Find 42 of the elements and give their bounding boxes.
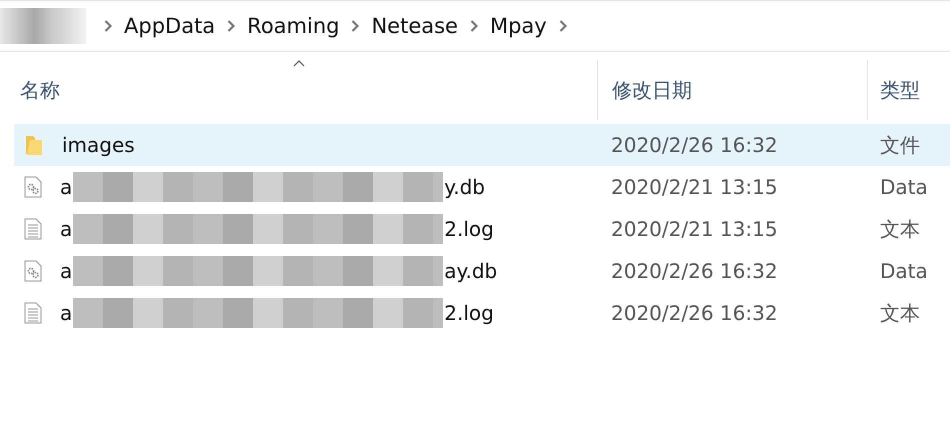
chevron-right-icon[interactable] bbox=[470, 20, 478, 32]
file-type: 文件 bbox=[880, 132, 920, 156]
file-type: 文本 bbox=[880, 300, 920, 324]
modified-date: 2020/2/21 13:15 bbox=[611, 175, 778, 199]
file-type: Data bbox=[880, 175, 928, 199]
file-name: ay.db bbox=[444, 259, 498, 283]
file-name: images bbox=[62, 133, 135, 157]
file-row[interactable]: a 2.log 2020/2/21 13:15 文本 bbox=[14, 208, 950, 250]
chevron-right-icon[interactable] bbox=[351, 20, 360, 32]
folder-icon bbox=[24, 134, 44, 156]
modified-date: 2020/2/21 13:15 bbox=[611, 217, 778, 241]
chevron-right-icon[interactable] bbox=[227, 20, 236, 32]
file-name: y.db bbox=[444, 175, 485, 199]
modified-date: 2020/2/26 16:32 bbox=[611, 133, 778, 157]
column-header[interactable]: 修改日期 bbox=[597, 60, 867, 120]
file-row[interactable]: a 2.log 2020/2/26 16:32 文本 bbox=[14, 292, 950, 334]
column-header[interactable]: 类型 bbox=[867, 60, 950, 120]
breadcrumb-item[interactable]: Roaming bbox=[247, 14, 340, 38]
file-type: 文本 bbox=[880, 216, 920, 240]
breadcrumb-item[interactable]: Netease bbox=[371, 14, 458, 38]
text-file-icon bbox=[24, 302, 42, 324]
sort-caret-icon bbox=[292, 60, 304, 67]
column-header[interactable]: 名称 bbox=[0, 60, 597, 120]
breadcrumb-item[interactable]: AppData bbox=[124, 14, 216, 38]
file-row[interactable]: a y.db 2020/2/21 13:15 Data bbox=[14, 166, 950, 208]
text-file-icon bbox=[24, 218, 42, 240]
file-name: a bbox=[60, 301, 72, 325]
file-name: a bbox=[60, 217, 72, 241]
file-name: a bbox=[60, 175, 72, 199]
modified-date: 2020/2/26 16:32 bbox=[611, 259, 778, 283]
file-name: 2.log bbox=[444, 217, 494, 241]
file-row[interactable]: images 2020/2/26 16:32 文件 bbox=[14, 124, 950, 166]
file-type: Data bbox=[880, 259, 928, 283]
settings-file-icon bbox=[24, 260, 42, 282]
chevron-right-icon[interactable] bbox=[558, 20, 567, 32]
file-name: 2.log bbox=[444, 301, 494, 325]
chevron-right-icon[interactable] bbox=[104, 20, 112, 32]
file-row[interactable]: a ay.db 2020/2/26 16:32 Data bbox=[14, 250, 950, 292]
modified-date: 2020/2/26 16:32 bbox=[611, 301, 778, 325]
file-name: a bbox=[60, 259, 72, 283]
breadcrumb-item[interactable]: Mpay bbox=[490, 14, 547, 38]
settings-file-icon bbox=[24, 176, 42, 198]
